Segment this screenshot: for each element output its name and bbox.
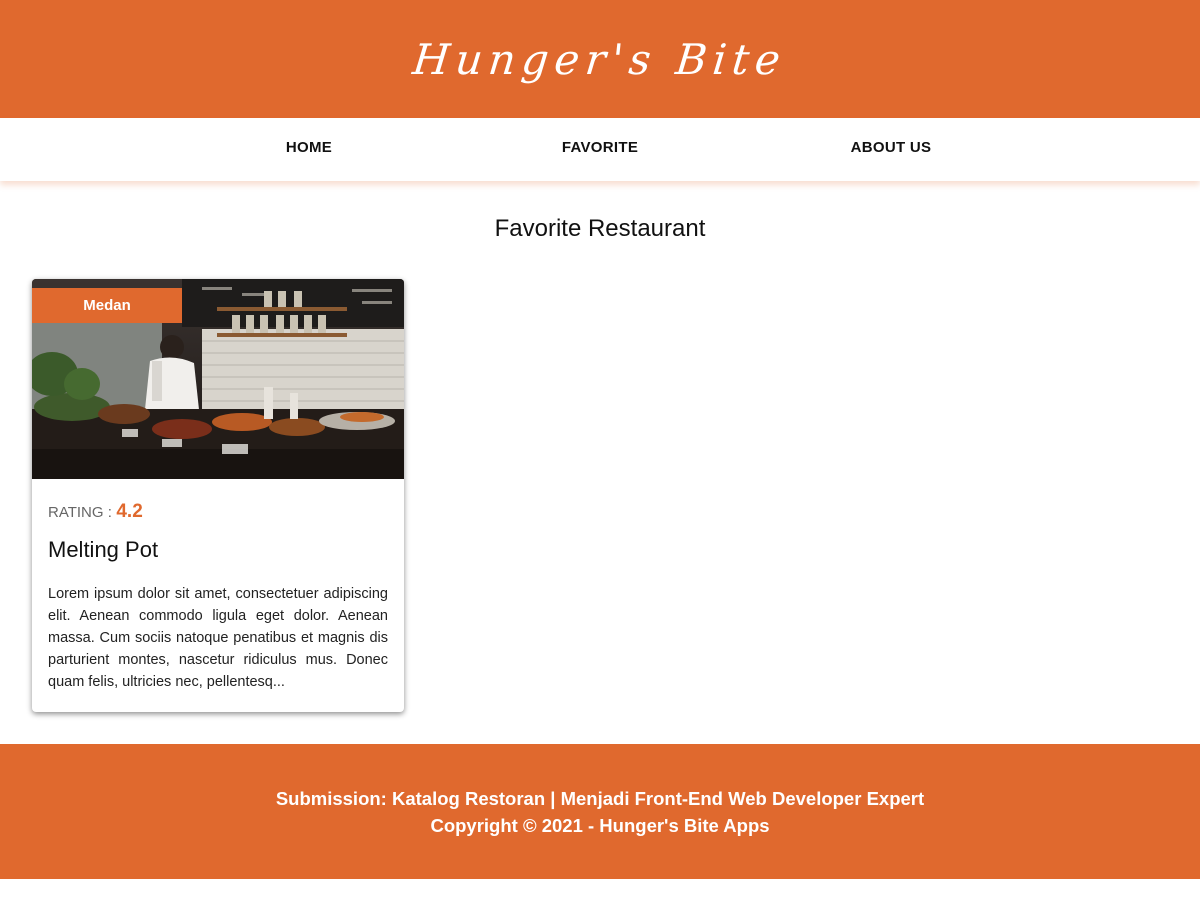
- restaurant-image: Medan: [32, 279, 404, 479]
- main-nav: HOME FAVORITE ABOUT US: [0, 118, 1200, 181]
- app-footer: Submission: Katalog Restoran | Menjadi F…: [0, 744, 1200, 879]
- rating-row: RATING : 4.2: [48, 501, 388, 523]
- nav-home-link[interactable]: HOME: [286, 118, 332, 181]
- restaurant-description: Lorem ipsum dolor sit amet, consectetuer…: [48, 586, 388, 690]
- footer-submission-text: Submission: Katalog Restoran | Menjadi F…: [275, 787, 925, 809]
- page-title: Favorite Restaurant: [494, 215, 706, 242]
- app-header: Hunger's Bite: [0, 0, 1200, 118]
- footer-copyright-text: Copyright © 2021 - Hunger's Bite Apps: [430, 814, 770, 836]
- card-body: RATING : 4.2 Melting Pot Lorem ipsum dol…: [48, 479, 388, 693]
- restaurant-card[interactable]: Medan RATING : 4.2 Melting Pot Lorem ips…: [32, 279, 404, 712]
- nav-favorite-link[interactable]: FAVORITE: [562, 118, 638, 181]
- restaurant-name[interactable]: Melting Pot: [48, 537, 388, 563]
- city-badge: Medan: [32, 288, 182, 323]
- rating-label: RATING :: [48, 504, 112, 521]
- app-title: Hunger's Bite: [410, 34, 790, 84]
- main-content: Favorite Restaurant Medan RATING: 4.2 M…: [0, 181, 1200, 744]
- nav-about-us-link[interactable]: ABOUT US: [851, 118, 932, 181]
- rating-value: 4.2: [116, 501, 143, 522]
